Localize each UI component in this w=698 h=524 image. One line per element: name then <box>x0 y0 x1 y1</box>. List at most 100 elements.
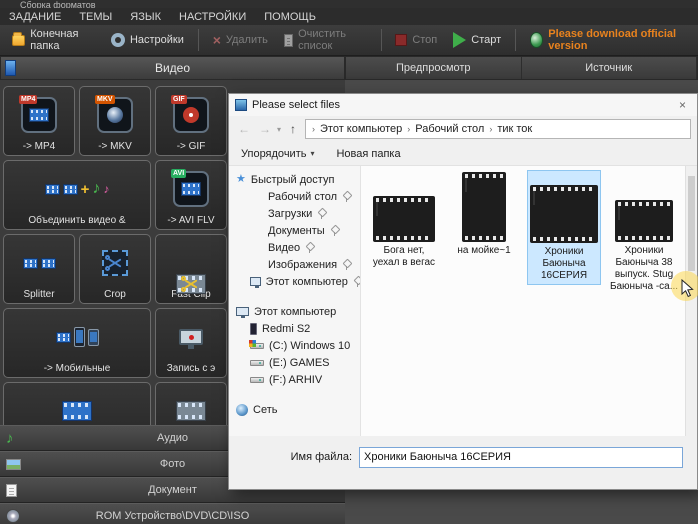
output-folder-label: Конечная папка <box>30 28 79 52</box>
pin-icon <box>330 226 339 236</box>
toolbar-separator <box>197 29 199 51</box>
tree-item-this-pc-pinned[interactable]: Этот компьютер <box>229 273 360 290</box>
format-button-crop[interactable]: Crop <box>79 234 151 304</box>
column-source[interactable]: Источник <box>522 57 697 79</box>
menu-item-language[interactable]: ЯЗЫК <box>121 11 170 23</box>
tree-item-videos[interactable]: Видео <box>229 239 360 256</box>
tree-item-pictures[interactable]: Изображения <box>229 256 360 273</box>
breadcrumb-separator: › <box>312 124 316 134</box>
format-button-join-video[interactable]: + ♪ ♪ Объединить видео & <box>3 160 151 230</box>
file-item-1[interactable]: Бога нет, уехал в вегас <box>367 170 441 271</box>
tree-item-documents[interactable]: Документы <box>229 222 360 239</box>
close-icon[interactable]: × <box>674 98 691 112</box>
organize-label: Упорядочить <box>241 147 307 160</box>
globe-icon <box>529 32 544 48</box>
file-name: на мойке~1 <box>457 245 511 256</box>
video-panel-title: Видео <box>154 61 191 75</box>
menu-bar: ЗАДАНИЕ ТЕМЫ ЯЗЫК НАСТРОЙКИ ПОМОЩЬ <box>0 8 698 25</box>
start-button[interactable]: Старт <box>447 29 507 51</box>
tree-item-network[interactable]: Сеть <box>229 401 360 418</box>
scrollbar-thumb[interactable] <box>688 176 695 271</box>
format-button-splitter[interactable]: Splitter <box>3 234 75 304</box>
history-dropdown-icon[interactable]: ▾ <box>277 125 281 134</box>
file-list: Бога нет, уехал в вегас на мойке~1 Хрони… <box>361 166 697 436</box>
tree-item-drive-f[interactable]: (F:) ARHIV <box>229 371 360 388</box>
section-rom-device[interactable]: ROM Устройство\DVD\CD\ISO <box>0 503 345 524</box>
format-label: Crop <box>104 289 126 300</box>
format-label: -> MP4 <box>22 141 56 152</box>
folder-icon <box>12 31 26 46</box>
download-official-button[interactable]: Please download official version <box>524 25 692 55</box>
menu-item-help[interactable]: ПОМОЩЬ <box>255 11 325 23</box>
file-item-2[interactable]: на мойке~1 <box>447 170 521 259</box>
network-icon <box>236 403 248 416</box>
settings-button[interactable]: Настройки <box>105 30 190 50</box>
tree-item-quick-access[interactable]: ★ Быстрый доступ <box>229 171 360 188</box>
tree-item-this-pc[interactable]: Этот компьютер <box>229 303 360 320</box>
computer-icon <box>250 277 261 288</box>
file-name: Бога нет, уехал в вегас <box>372 245 436 268</box>
computer-icon <box>236 307 249 318</box>
film-icon <box>44 183 60 195</box>
tree-item-drive-e[interactable]: (E:) GAMES <box>229 354 360 371</box>
format-button-mp4[interactable]: MP4 -> MP4 <box>3 86 75 156</box>
pin-icon <box>342 260 351 270</box>
phone-icon <box>250 322 257 335</box>
file-item-4[interactable]: Хроники Баюныча 38 выпуск. Stug Баюныча … <box>607 170 681 295</box>
toolbar-separator <box>515 29 516 51</box>
breadcrumb-desktop[interactable]: Рабочий стол <box>412 123 487 135</box>
format-button-extra-1[interactable] <box>3 382 151 425</box>
stop-button[interactable]: Стоп <box>389 31 443 49</box>
breadcrumb-this-pc[interactable]: Этот компьютер <box>317 123 405 135</box>
forward-button[interactable]: → <box>256 120 274 138</box>
format-label: -> MKV <box>98 141 132 152</box>
dialog-body: ★ Быстрый доступ Рабочий стол Загрузки Д… <box>229 166 697 436</box>
crop-frame-icon <box>102 250 128 276</box>
pin-icon <box>305 243 314 253</box>
menu-item-themes[interactable]: ТЕМЫ <box>70 11 121 23</box>
format-button-screen-record[interactable]: Запись с э <box>155 308 227 378</box>
format-button-fast-clip[interactable]: Fast Clip <box>155 234 227 304</box>
format-button-mkv[interactable]: MKV -> MKV <box>79 86 151 156</box>
stop-icon <box>395 34 408 46</box>
film-icon <box>29 108 49 122</box>
tree-item-redmi-s2[interactable]: Redmi S2 <box>229 320 360 337</box>
section-label: Аудио <box>156 432 189 444</box>
output-folder-button[interactable]: Конечная папка <box>6 25 101 55</box>
lens-icon <box>107 107 123 123</box>
breadcrumb-separator: › <box>489 124 493 134</box>
photo-icon <box>6 458 21 470</box>
music-note-icon: ♪ <box>6 429 14 447</box>
folder-icon <box>250 243 263 252</box>
filename-input[interactable] <box>359 446 683 468</box>
tree-item-drive-c[interactable]: (C:) Windows 10 <box>229 337 360 354</box>
dialog-app-icon <box>235 99 247 111</box>
toolbar-separator <box>380 29 382 51</box>
format-button-mobile[interactable]: -> Мобильные <box>3 308 151 378</box>
tree-item-desktop[interactable]: Рабочий стол <box>229 188 360 205</box>
organize-button[interactable]: Упорядочить ▾ <box>241 148 314 160</box>
dialog-title-bar[interactable]: Please select files × <box>229 94 697 116</box>
folder-icon <box>250 209 263 218</box>
breadcrumb-tiktok[interactable]: тик ток <box>494 123 535 135</box>
menu-item-task[interactable]: ЗАДАНИЕ <box>0 11 70 23</box>
format-button-extra-2[interactable] <box>155 382 227 425</box>
format-label: -> Мобильные <box>43 363 111 374</box>
clear-list-button[interactable]: Очистить список <box>278 25 373 55</box>
delete-button[interactable]: × Удалить <box>207 31 274 49</box>
file-item-3-selected[interactable]: Хроники Баюныча 16СЕРИЯ <box>527 170 601 285</box>
new-folder-button[interactable]: Новая папка <box>336 148 400 160</box>
format-button-avi-flv[interactable]: AVI -> AVI FLV <box>155 160 227 230</box>
filename-label: Имя файла: <box>290 451 352 463</box>
up-button[interactable]: ↑ <box>284 120 302 138</box>
format-button-gif[interactable]: GIF -> GIF <box>155 86 227 156</box>
tree-item-downloads[interactable]: Загрузки <box>229 205 360 222</box>
back-button[interactable]: ← <box>235 120 253 138</box>
drive-icon <box>250 359 264 366</box>
film-icon <box>40 257 56 269</box>
file-list-scrollbar[interactable] <box>685 166 697 436</box>
menu-item-settings[interactable]: НАСТРОЙКИ <box>170 11 255 23</box>
column-preview[interactable]: Предпросмотр <box>346 57 522 79</box>
breadcrumb[interactable]: › Этот компьютер › Рабочий стол › тик то… <box>305 119 691 139</box>
video-panel-header[interactable]: Видео <box>0 56 345 80</box>
